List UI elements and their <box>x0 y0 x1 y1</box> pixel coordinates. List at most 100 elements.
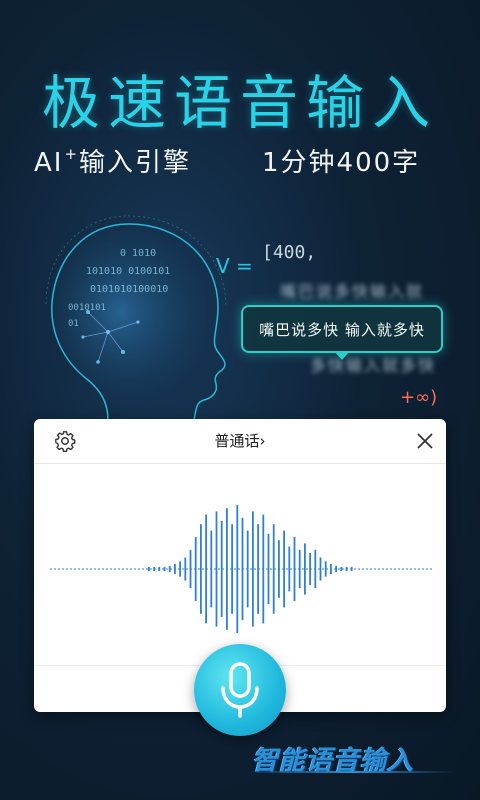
waveform-baseline-dot <box>358 568 360 570</box>
waveform-baseline-dot <box>70 568 72 570</box>
waveform-baseline-dot <box>382 568 384 570</box>
waveform-baseline-dot <box>302 568 304 570</box>
binary-line-3: 0101010100010 <box>90 284 168 295</box>
waveform-baseline-dot <box>110 568 112 570</box>
waveform-baseline-dot <box>102 568 104 570</box>
waveform-baseline-dot <box>118 568 120 570</box>
waveform-baseline-dot <box>134 568 136 570</box>
waveform-bar <box>330 563 332 575</box>
waveform-bar <box>231 524 233 614</box>
waveform-baseline-dot <box>234 568 236 570</box>
waveform-baseline-dot <box>142 568 144 570</box>
waveform-baseline-dot <box>50 568 52 570</box>
waveform-baseline-dot <box>86 568 88 570</box>
waveform-bar <box>272 524 275 614</box>
waveform-baseline-dot <box>390 568 392 570</box>
waveform-bar <box>288 546 291 592</box>
waveform-baseline-dot <box>54 568 56 570</box>
language-label[interactable]: 普通话 <box>214 432 259 450</box>
slogan-underline <box>246 771 456 773</box>
waveform-baseline-dot <box>414 568 416 570</box>
waveform-baseline-dot <box>78 568 80 570</box>
waveform-bar <box>283 530 285 608</box>
waveform-bar <box>220 521 223 617</box>
waveform-baseline-dot <box>370 568 372 570</box>
waveform-baseline-dot <box>90 568 92 570</box>
hero-title: 极速语音输入 <box>41 69 438 137</box>
waveform-baseline-dot <box>150 568 152 570</box>
microphone-icon <box>221 662 259 718</box>
waveform-bar <box>174 563 176 575</box>
waveform-baseline-dot <box>270 568 272 570</box>
waveform-bar <box>148 567 150 571</box>
waveform-baseline-dot <box>354 568 356 570</box>
waveform-bar <box>236 505 239 633</box>
waveform-baseline-dot <box>250 568 252 570</box>
ai-engine-label: AI+输入引擎 <box>34 142 191 179</box>
waveform-baseline-dot <box>74 568 76 570</box>
waveform-bar <box>246 530 249 608</box>
waveform-bar <box>215 511 218 627</box>
waveform-bar <box>163 567 166 571</box>
waveform-baseline-dot <box>394 568 396 570</box>
waveform-baseline-dot <box>410 568 412 570</box>
waveform-bar <box>293 537 296 601</box>
waveform-baseline-dot <box>342 568 344 570</box>
microphone-button[interactable] <box>194 644 286 736</box>
waveform-baseline-dot <box>406 568 408 570</box>
waveform-baseline-dot <box>378 568 380 570</box>
ai-text: AI <box>34 148 64 178</box>
language-selector: 普通话› <box>34 419 446 463</box>
waveform-baseline-dot <box>58 568 60 570</box>
waveform-baseline-dot <box>254 568 256 570</box>
waveform-bar <box>226 508 228 630</box>
speed-label: 1分钟400字 <box>262 148 421 178</box>
waveform-baseline-dot <box>422 568 424 570</box>
speech-bubble-tail <box>334 351 350 360</box>
waveform-bar <box>335 565 337 573</box>
waveform-baseline-dot <box>130 568 132 570</box>
blurred-text-bottom: 多快输入就多快 <box>310 356 437 375</box>
waveform-bar <box>298 549 301 589</box>
waveform-bar <box>304 543 306 595</box>
engine-text: 输入引擎 <box>79 148 192 178</box>
waveform-baseline-dot <box>198 568 200 570</box>
blurred-text-top: 嘴巴说多快输入就 <box>280 282 425 301</box>
waveform-baseline-dot <box>186 568 188 570</box>
waveform-baseline-dot <box>146 568 148 570</box>
waveform-baseline-dot <box>218 568 220 570</box>
gear-icon[interactable] <box>54 430 76 452</box>
chevron-right-icon[interactable]: › <box>260 432 266 450</box>
waveform-baseline-dot <box>82 568 84 570</box>
binary-line-5: 01 <box>68 319 79 329</box>
waveform-baseline-dot <box>98 568 100 570</box>
waveform-bar <box>153 567 155 571</box>
waveform-baseline-dot <box>166 568 168 570</box>
waveform-baseline-dot <box>138 568 140 570</box>
waveform-bar <box>168 565 171 573</box>
velocity-label: V = <box>216 254 253 278</box>
waveform-bar <box>340 567 343 571</box>
waveform-baseline-dot <box>238 568 240 570</box>
binary-line-2: 101010 0100101 <box>86 266 170 277</box>
waveform-bar <box>184 557 187 581</box>
waveform-baseline-dot <box>106 568 108 570</box>
waveform-baseline-dot <box>426 568 428 570</box>
panel-header: 普通话› <box>34 419 446 464</box>
waveform-baseline-dot <box>290 568 292 570</box>
close-icon[interactable] <box>415 431 435 451</box>
waveform-bar <box>158 567 161 571</box>
waveform-baseline-dot <box>126 568 128 570</box>
waveform-bar <box>200 524 202 614</box>
waveform-bar <box>319 557 322 581</box>
waveform-bar <box>252 511 254 627</box>
waveform-baseline-dot <box>306 568 308 570</box>
waveform-baseline-dot <box>182 568 184 570</box>
waveform-baseline-dot <box>430 568 432 570</box>
waveform-baseline-dot <box>386 568 388 570</box>
waveform-bar <box>194 537 197 601</box>
audio-waveform <box>50 505 432 633</box>
waveform-baseline-dot <box>402 568 404 570</box>
waveform-bar <box>350 567 353 571</box>
waveform-baseline-dot <box>202 568 204 570</box>
